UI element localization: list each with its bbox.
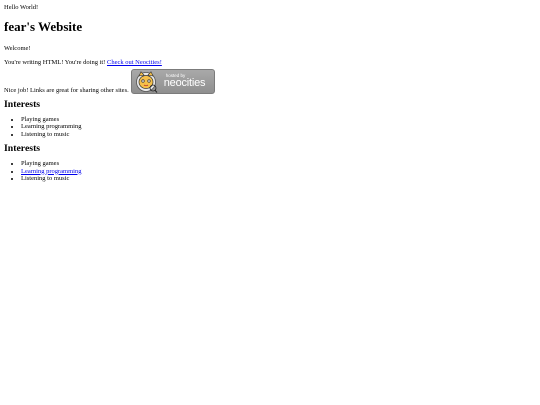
page-title: fear's Website (4, 19, 83, 35)
neocities-link[interactable]: Check out Neocities! (107, 59, 162, 66)
nice-job-paragraph: Nice job! Links are great for sharing ot… (4, 69, 536, 95)
writing-paragraph: You're writing HTML! You're doing it! Ch… (4, 59, 536, 66)
list-item: Listening to music (21, 175, 536, 182)
list-item: Playing games (21, 160, 536, 167)
badge-text: hosted by neocities (163, 73, 206, 90)
interests-heading-1: Interests (4, 99, 41, 111)
writing-text: You're writing HTML! You're doing it! (4, 58, 106, 66)
nice-job-text: Nice job! Links are great for sharing ot… (4, 86, 129, 94)
hosted-by-neocities-badge[interactable]: hosted by neocities (130, 69, 215, 95)
learning-programming-link[interactable]: Learning programming (21, 168, 81, 175)
neocities-cat-icon (135, 70, 158, 93)
list-item: Playing games (21, 116, 536, 123)
list-item: Learning programming (21, 123, 536, 130)
hello-text: Hello World! (4, 4, 39, 11)
welcome-text: Welcome! (4, 44, 31, 52)
page-body: Hello World! fear's Website Welcome! You… (0, 0, 540, 182)
list-item: Listening to music (21, 131, 536, 138)
list-item: Learning programming (21, 168, 536, 175)
interests-list-2: Playing games Learning programming Liste… (4, 160, 536, 182)
badge-big-text: neocities (163, 77, 206, 90)
interests-list-1: Playing games Learning programming Liste… (4, 116, 536, 138)
interests-heading-2: Interests (4, 143, 41, 155)
